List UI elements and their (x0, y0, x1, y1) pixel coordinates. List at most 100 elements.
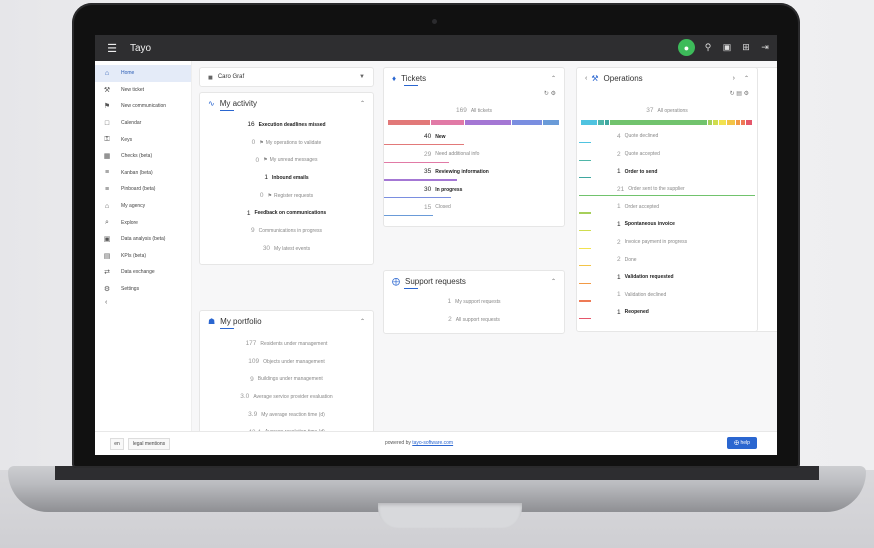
operation-status-count: 21 (617, 185, 625, 193)
operation-status-row[interactable]: 2 Invoice payment in progress (577, 233, 757, 251)
activity-row[interactable]: 0 ⚑ My operations to validate (200, 134, 373, 152)
sidebar-item-explore[interactable]: ⌕ Explore (95, 214, 191, 231)
portfolio-count: 3.9 (248, 411, 258, 419)
refresh-icon[interactable]: ↻ (544, 91, 549, 97)
support-row[interactable]: 1 My support requests (384, 293, 564, 311)
chevron-right-icon[interactable]: › (733, 75, 735, 82)
ticket-status-row[interactable]: 40 New (384, 128, 564, 146)
hamburger-menu-icon[interactable]: ☰ (101, 42, 123, 55)
operation-status-row[interactable]: 2 Quote accepted (577, 145, 757, 163)
sidebar-item-settings[interactable]: ⚙ Settings (95, 281, 191, 298)
sidebar-item-label: Data analysis (beta) (121, 236, 166, 243)
help-button[interactable]: ⨁ help (727, 437, 757, 449)
operation-status-label: Validation requested (624, 274, 674, 281)
activity-label: Inbound emails (271, 174, 309, 181)
activity-row[interactable]: 30 My latest events (200, 240, 373, 258)
chevron-up-icon[interactable]: ⌃ (360, 318, 365, 325)
activity-row[interactable]: 1 Inbound emails (200, 169, 373, 187)
operation-status-marker (579, 229, 591, 232)
activity-row[interactable]: 1 Feedback on communications (200, 204, 373, 222)
wrench-icon: ⚒ (103, 86, 111, 94)
ticket-status-row[interactable]: 30 In progress (384, 181, 564, 199)
operation-status-row[interactable]: 4 Quote declined (577, 128, 757, 146)
portfolio-row[interactable]: 109 Objects under management (200, 353, 373, 371)
sidebar-item-pinboard-beta[interactable]: ≡ Pinboard (beta) (95, 181, 191, 198)
sidebar-item-new-ticket[interactable]: ⚒ New ticket (95, 82, 191, 99)
operation-status-row[interactable]: 1 Reopened (577, 304, 757, 322)
pin-icon: ⚑ (263, 157, 268, 164)
search-icon: ⌕ (105, 218, 109, 226)
ticket-status-row[interactable]: 35 Reviewing information (384, 163, 564, 181)
header-underline (404, 287, 418, 289)
sidebar-item-kpis-beta[interactable]: ▤ KPIs (beta) (95, 248, 191, 265)
activity-row[interactable]: 0 ⚑ Register requests (200, 187, 373, 205)
user-avatar[interactable]: ● (678, 39, 695, 56)
logout-icon[interactable]: ⇥ (759, 42, 771, 53)
activity-count: 0 (255, 156, 260, 164)
operation-status-row[interactable]: 1 Order to send (577, 163, 757, 181)
legal-mentions-button[interactable]: legal mentions (128, 438, 170, 450)
refresh-icon[interactable]: ↻ (730, 91, 735, 97)
user-select[interactable]: ■ Caro Graf ▼ (199, 67, 374, 87)
search-icon[interactable]: ⚲ (702, 42, 714, 53)
gift-icon[interactable]: ▣ (721, 42, 733, 53)
activity-count: 9 (251, 227, 255, 235)
ticket-status-row[interactable]: 29 Need additional info (384, 145, 564, 164)
sidebar-item-keys[interactable]: ⚿ Keys (95, 131, 191, 148)
grid-icon[interactable]: ⊞ (740, 42, 752, 53)
language-button[interactable]: en (110, 438, 124, 450)
chevron-up-icon[interactable]: ⌃ (551, 75, 556, 82)
activity-row[interactable]: 9 Communications in progress (200, 222, 373, 240)
powered-link[interactable]: tayo-software.com (412, 440, 453, 446)
collapse-sidebar-icon[interactable]: ‹ (95, 299, 191, 306)
operations-header[interactable]: ‹ ⚒ Operations › ⌃ (577, 68, 757, 88)
archive-icon[interactable]: ▤ (736, 91, 742, 97)
ticket-status-row[interactable]: 15 Closed (384, 198, 564, 217)
sidebar-item-checks-beta[interactable]: ▦ Checks (beta) (95, 148, 191, 165)
sidebar-item-new-communication[interactable]: ⚑ New communication (95, 98, 191, 115)
sidebar-item-calendar[interactable]: □ Calendar (95, 115, 191, 132)
activity-label: Register requests (273, 192, 314, 199)
tickets-header[interactable]: ♦ Tickets ⌃ (384, 68, 564, 88)
support-row[interactable]: 2 All support requests (384, 311, 564, 329)
operation-status-row[interactable]: 1 Spontaneous invoice (577, 216, 757, 234)
all-tickets-row[interactable]: 169 All tickets (384, 102, 564, 120)
portfolio-row[interactable]: 9 Buildings under management (200, 370, 373, 388)
portfolio-row[interactable]: 3.9 My average reaction time (d) (200, 406, 373, 424)
activity-row[interactable]: 0 ⚑ My unread messages (200, 151, 373, 169)
calendar-icon: □ (104, 119, 110, 127)
agency-icon: ⌂ (104, 202, 110, 210)
chevron-left-icon[interactable]: ‹ (585, 75, 587, 82)
checks-icon: ▦ (103, 153, 111, 161)
operation-status-row[interactable]: 1 Validation requested (577, 268, 757, 286)
activity-icon: ∿ (208, 98, 215, 108)
all-operations-row[interactable]: 37 All operations (577, 102, 757, 120)
settings-icon[interactable]: ⚙ (744, 91, 749, 97)
laptop-hinge (55, 466, 819, 480)
sidebar-item-kanban-beta[interactable]: ≡ Kanban (beta) (95, 165, 191, 182)
webcam (432, 19, 437, 24)
activity-card: ∿ My activity ⌃ 16 Execution deadlines mi… (199, 92, 374, 265)
portfolio-row[interactable]: 177 Residents under management (200, 335, 373, 353)
chevron-up-icon[interactable]: ⌃ (744, 75, 749, 82)
activity-row[interactable]: 16 Execution deadlines missed (200, 116, 373, 134)
chevron-up-icon[interactable]: ⌃ (551, 278, 556, 285)
operation-status-row[interactable]: 2 Done (577, 251, 757, 269)
sidebar-item-data-exchange[interactable]: ⇄ Data exchange (95, 264, 191, 281)
portfolio-row[interactable]: 3.0 Average service provider evaluation (200, 388, 373, 406)
settings-icon[interactable]: ⚙ (551, 91, 556, 97)
operation-actions: ↻ ▤ ⚙ (730, 90, 749, 97)
chevron-up-icon[interactable]: ⌃ (360, 100, 365, 107)
operation-status-row[interactable]: 1 Validation declined (577, 286, 757, 304)
operation-status-count: 4 (617, 132, 621, 140)
sidebar-item-home[interactable]: ⌂ Home (95, 65, 191, 82)
portfolio-header[interactable]: ☗ My portfolio ⌃ (200, 311, 373, 331)
sidebar-item-label: Settings (121, 286, 140, 293)
operation-status-row[interactable]: 21 Order sent to the supplier (577, 180, 757, 198)
sidebar-item-label: New communication (121, 103, 167, 110)
sidebar-item-data-analysis-beta[interactable]: ▣ Data analysis (beta) (95, 231, 191, 248)
activity-header[interactable]: ∿ My activity ⌃ (200, 93, 373, 113)
operation-status-row[interactable]: 1 Order accepted (577, 198, 757, 216)
sidebar-item-my-agency[interactable]: ⌂ My agency (95, 198, 191, 215)
support-header[interactable]: ⨁ Support requests ⌃ (384, 271, 564, 291)
